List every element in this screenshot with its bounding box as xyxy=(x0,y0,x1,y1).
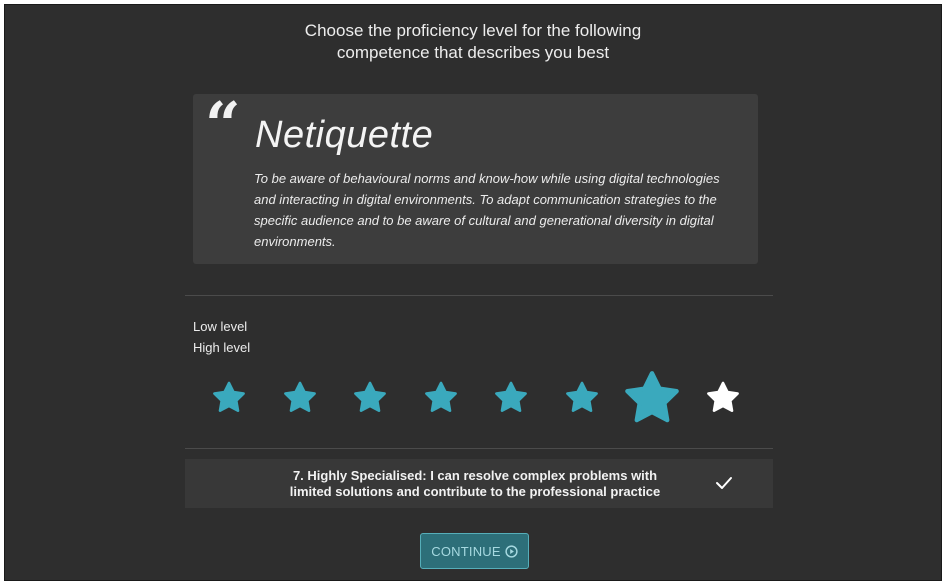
star-icon-level-8[interactable] xyxy=(706,381,739,413)
divider-bottom xyxy=(185,448,773,449)
star-rating xyxy=(205,365,745,425)
star-icon-level-2[interactable] xyxy=(283,381,316,413)
star-icon-level-7[interactable] xyxy=(625,370,679,424)
selected-level-row: 7. Highly Specialised: I can resolve com… xyxy=(185,459,773,508)
star-icon-level-6[interactable] xyxy=(565,381,598,413)
star-icon-level-4[interactable] xyxy=(424,381,457,413)
continue-button[interactable]: CONTINUE xyxy=(420,533,529,569)
high-level-label: High level xyxy=(193,340,251,355)
selected-level-description: 7. Highly Specialised: I can resolve com… xyxy=(255,468,695,500)
play-circle-icon xyxy=(505,544,518,558)
continue-label: CONTINUE xyxy=(431,543,501,559)
heading-line-2: competence that describes you best xyxy=(336,43,610,62)
competence-description: To be aware of behavioural norms and kno… xyxy=(254,171,720,249)
selected-level-line-2: limited solutions and contribute to the … xyxy=(289,484,661,499)
star-icon-level-1[interactable] xyxy=(213,381,245,413)
competence-card: “ Netiquette To be aware of behavioural … xyxy=(193,94,758,264)
star-icon-level-5[interactable] xyxy=(495,381,527,413)
divider-top xyxy=(185,295,773,296)
star-icon-level-3[interactable] xyxy=(354,381,386,413)
selected-level-line-1: 7. Highly Specialised: I can resolve com… xyxy=(292,468,658,483)
low-level-label: Low level xyxy=(193,319,248,334)
check-icon xyxy=(716,477,732,489)
quote-icon: “ xyxy=(205,88,241,161)
proficiency-screen: Choose the proficiency level for the fol… xyxy=(4,4,942,581)
heading-line-1: Choose the proficiency level for the fol… xyxy=(304,21,642,40)
competence-title: Netiquette xyxy=(255,114,434,156)
page-heading: Choose the proficiency level for the fol… xyxy=(5,20,941,64)
